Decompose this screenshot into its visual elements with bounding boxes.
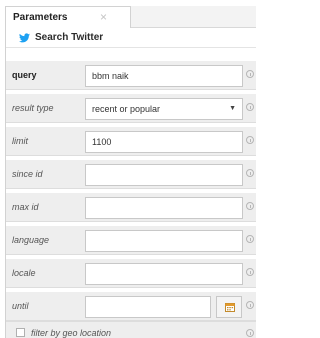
result-type-select[interactable]: recent or popular ▼ xyxy=(85,98,243,120)
tab-parameters[interactable]: Parameters × xyxy=(6,6,131,29)
close-icon[interactable]: × xyxy=(100,10,107,24)
info-icon[interactable] xyxy=(246,70,254,78)
since-id-input[interactable] xyxy=(85,164,243,186)
param-row-until: until xyxy=(6,292,256,321)
param-row-max-id: max id xyxy=(6,193,256,222)
query-value: bbm naik xyxy=(92,71,129,81)
geo-filter-row: filter by geo location xyxy=(6,321,256,338)
param-row-since-id: since id xyxy=(6,160,256,189)
calendar-icon xyxy=(225,303,235,312)
locale-input[interactable] xyxy=(85,263,243,285)
param-label-until: until xyxy=(12,301,29,311)
info-icon[interactable] xyxy=(246,136,254,144)
until-date-input[interactable] xyxy=(85,296,211,318)
param-label-max-id: max id xyxy=(12,202,39,212)
geo-filter-label: filter by geo location xyxy=(31,328,112,338)
param-label-language: language xyxy=(12,235,50,245)
operation-title: Search Twitter xyxy=(35,32,104,43)
info-icon[interactable] xyxy=(246,169,254,177)
param-label-locale: locale xyxy=(12,268,36,278)
info-icon[interactable] xyxy=(246,268,254,276)
date-picker-button[interactable] xyxy=(216,296,242,318)
param-label-result-type: result type xyxy=(12,103,54,113)
tab-label: Parameters xyxy=(13,12,68,23)
limit-value: 1100 xyxy=(92,137,112,147)
parameters-panel: Parameters × Search Twitter query bbm na… xyxy=(5,6,256,338)
geo-filter-checkbox[interactable] xyxy=(16,328,25,337)
param-label-limit: limit xyxy=(12,136,28,146)
info-icon[interactable] xyxy=(246,202,254,210)
param-label-since-id: since id xyxy=(12,169,43,179)
tab-strip: Parameters × xyxy=(6,6,256,29)
info-icon[interactable] xyxy=(246,103,254,111)
info-icon[interactable] xyxy=(246,235,254,243)
twitter-bird-icon xyxy=(19,33,30,43)
query-input[interactable]: bbm naik xyxy=(85,65,243,87)
param-row-limit: limit 1100 xyxy=(6,127,256,156)
param-row-query: query bbm naik xyxy=(6,61,256,90)
info-icon[interactable] xyxy=(246,301,254,309)
dropdown-arrow-icon: ▼ xyxy=(229,105,236,112)
limit-input[interactable]: 1100 xyxy=(85,131,243,153)
result-type-value: recent or popular xyxy=(92,104,161,114)
param-row-language: language xyxy=(6,226,256,255)
operation-header: Search Twitter xyxy=(6,28,256,48)
info-icon[interactable] xyxy=(246,329,254,337)
param-row-locale: locale xyxy=(6,259,256,288)
param-row-result-type: result type recent or popular ▼ xyxy=(6,94,256,123)
max-id-input[interactable] xyxy=(85,197,243,219)
language-input[interactable] xyxy=(85,230,243,252)
param-label-query: query xyxy=(12,70,37,80)
